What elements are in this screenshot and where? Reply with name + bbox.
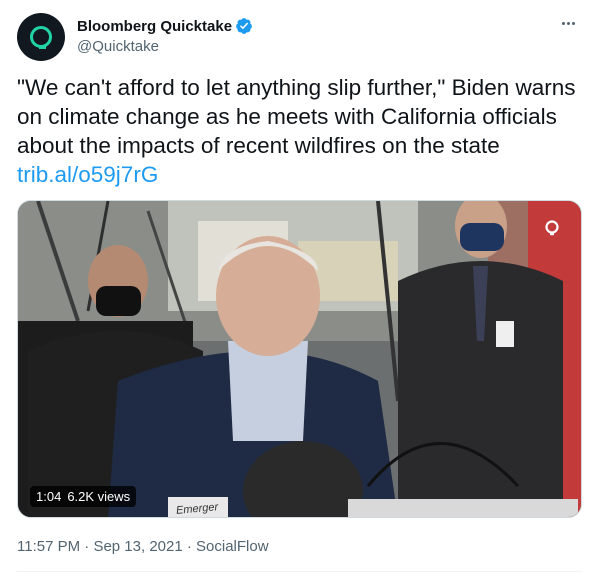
avatar[interactable] — [17, 13, 65, 61]
tweet-source[interactable]: SocialFlow — [196, 538, 269, 555]
tweet-date[interactable]: Sep 13, 2021 — [93, 538, 182, 555]
meta-separator: · — [186, 538, 192, 555]
author-name-row: Bloomberg Quicktake — [77, 16, 253, 36]
video-stats-badge: 1:04 6.2K views — [30, 486, 137, 507]
video-views: 6.2K views — [67, 489, 131, 504]
tweet-meta: 11:57 PM · Sep 13, 2021 · SocialFlow — [17, 538, 269, 555]
divider — [17, 571, 581, 572]
video-duration: 1:04 — [36, 489, 62, 504]
tweet-body: "We can't afford to let anything slip fu… — [17, 75, 576, 158]
author-name[interactable]: Bloomberg Quicktake — [77, 18, 232, 35]
verified-badge-icon — [235, 17, 253, 35]
tweet-link[interactable]: trib.al/o59j7rG — [17, 162, 158, 187]
tweet-card: Bloomberg Quicktake @Quicktake "We can't… — [0, 0, 598, 573]
quicktake-logo-icon — [30, 26, 52, 49]
more-options-icon[interactable] — [557, 12, 579, 34]
meta-separator: · — [84, 538, 90, 555]
author-handle[interactable]: @Quicktake — [77, 38, 253, 55]
video-player[interactable]: Emerger 1:04 6.2K views — [17, 200, 582, 518]
tweet-text: "We can't afford to let anything slip fu… — [17, 73, 577, 189]
quicktake-watermark-icon — [543, 219, 561, 237]
author-block: Bloomberg Quicktake @Quicktake — [77, 16, 253, 55]
video-frame — [18, 201, 581, 517]
tweet-time[interactable]: 11:57 PM — [17, 538, 80, 555]
